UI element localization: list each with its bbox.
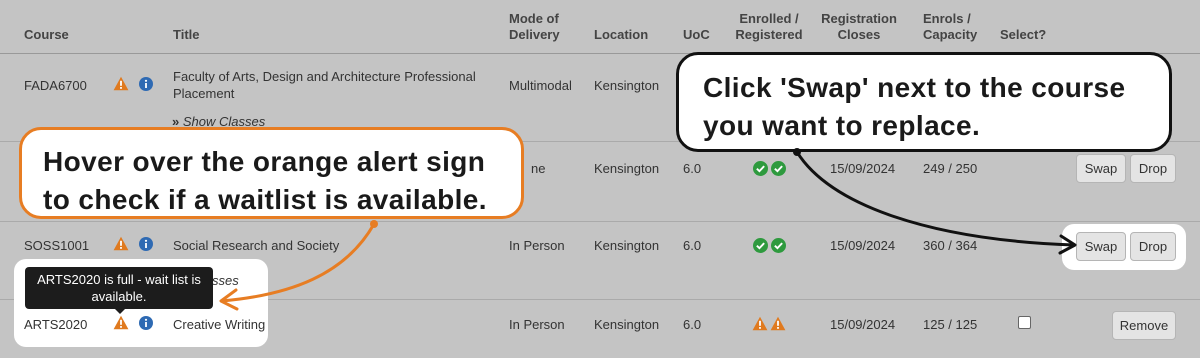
- swap-arrow: [793, 148, 1077, 255]
